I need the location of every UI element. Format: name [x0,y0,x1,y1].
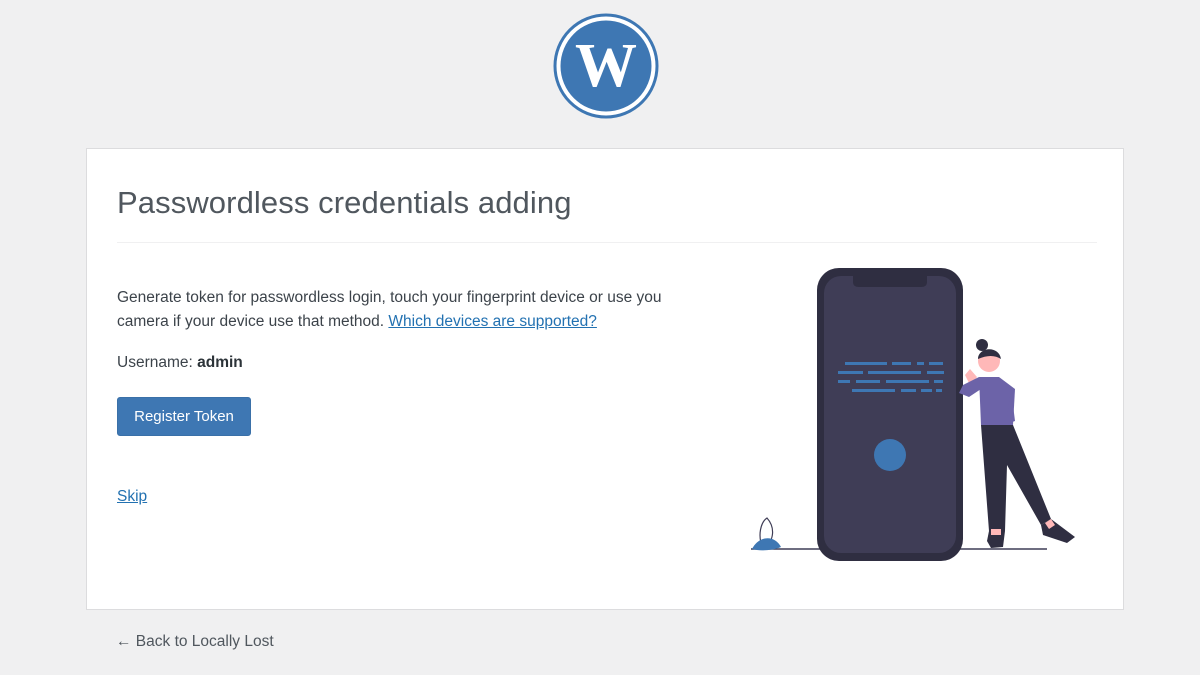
skip-link[interactable]: Skip [117,486,147,508]
username-line: Username: admin [117,351,243,375]
fingerprint-dot [874,439,906,471]
login-card: Passwordless credentials adding Generate… [86,148,1124,610]
register-token-button[interactable]: Register Token [117,397,251,436]
username-value: admin [197,354,243,371]
phone-icon [817,268,963,561]
person-icon [959,339,1075,548]
leaf-icon [752,517,781,551]
page-title: Passwordless credentials adding [117,185,572,220]
username-label: Username: [117,354,193,371]
supported-devices-link[interactable]: Which devices are supported? [388,313,597,330]
svg-text:W: W [575,32,637,100]
intro-text: Generate token for passwordless login, t… [117,286,697,334]
back-to-site-link[interactable]: ← Back to Locally Lost [116,633,274,651]
fingerprint-phone-illustration [751,268,1075,561]
wordpress-logo[interactable]: W [553,13,659,119]
title-divider [117,242,1097,243]
